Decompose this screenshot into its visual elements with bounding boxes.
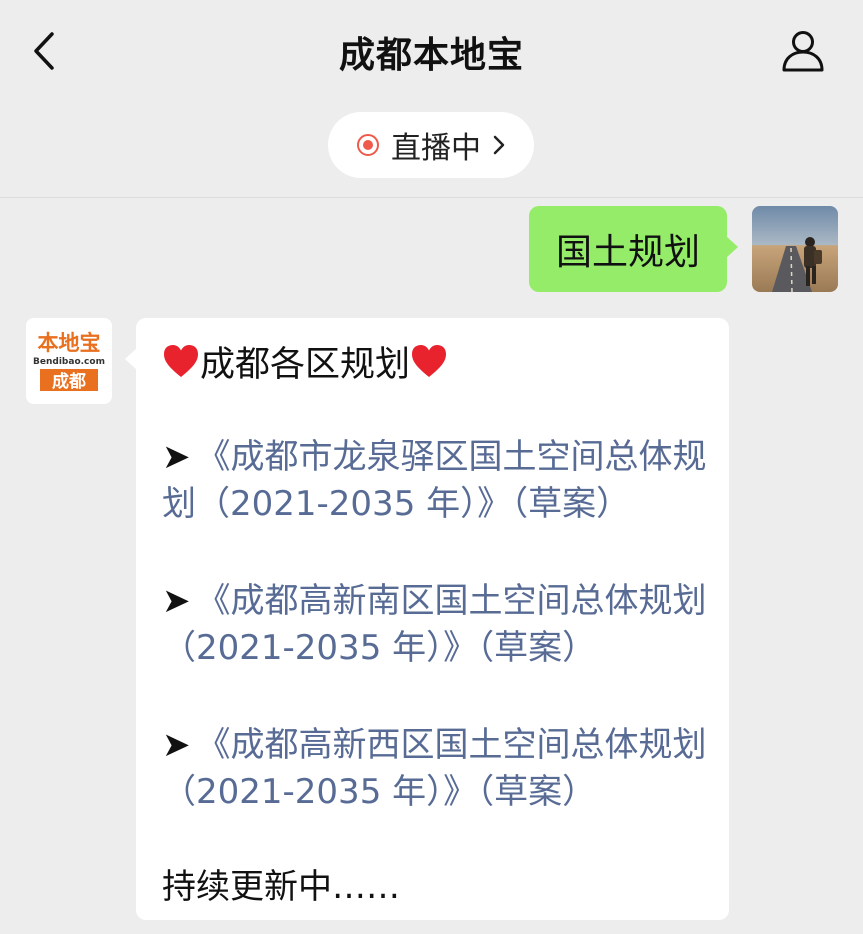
incoming-message: 成都各区规划 ➤ 《成都市龙泉驿区国土空间总体规划（2021-2035 年）》（草… bbox=[125, 318, 729, 920]
profile-button[interactable] bbox=[779, 28, 827, 74]
live-record-icon bbox=[357, 134, 379, 156]
heart-icon bbox=[164, 345, 198, 377]
plan-link-longquanyi[interactable]: ➤ 《成都市龙泉驿区国土空间总体规划（2021-2035 年）》（草案） bbox=[162, 434, 707, 528]
chat-header: 成都本地宝 直播中 bbox=[0, 0, 863, 198]
live-status-button[interactable]: 直播中 bbox=[328, 112, 534, 178]
brand-top-text: 本地宝 bbox=[38, 331, 101, 355]
brand-url-text: Bendibao.com bbox=[33, 357, 105, 367]
link-text: 《成都高新西区国土空间总体规划（2021-2035 年）》（草案） bbox=[162, 725, 707, 812]
link-text: 《成都市龙泉驿区国土空间总体规划（2021-2035 年）》（草案） bbox=[162, 437, 707, 524]
link-text: 《成都高新南区国土空间总体规划（2021-2035 年）》（草案） bbox=[162, 581, 707, 668]
official-account-avatar[interactable]: 本地宝 Bendibao.com 成都 bbox=[26, 318, 112, 404]
chat-screen: 成都本地宝 直播中 国土规划 本地宝 Bendibao.com 成都 成都各区规… bbox=[0, 0, 863, 934]
plan-link-gaoxin-west[interactable]: ➤ 《成都高新西区国土空间总体规划（2021-2035 年）》（草案） bbox=[162, 722, 707, 816]
heading-text: 成都各区规划 bbox=[200, 344, 411, 385]
update-note: 持续更新中…… bbox=[162, 867, 400, 907]
plan-link-gaoxin-south[interactable]: ➤ 《成都高新南区国土空间总体规划（2021-2035 年）》（草案） bbox=[162, 578, 707, 672]
user-avatar[interactable] bbox=[752, 206, 838, 292]
outgoing-message[interactable]: 国土规划 bbox=[529, 206, 738, 292]
live-label: 直播中 bbox=[391, 131, 481, 166]
brand-city-text: 成都 bbox=[52, 371, 86, 392]
page-title: 成都本地宝 bbox=[338, 35, 524, 76]
message-heading: 成都各区规划 bbox=[162, 338, 705, 385]
arrow-bullet: ➤ bbox=[162, 581, 191, 621]
arrow-bullet: ➤ bbox=[162, 725, 191, 765]
arrow-bullet: ➤ bbox=[162, 437, 191, 477]
chevron-right-icon bbox=[493, 135, 505, 155]
user-icon bbox=[782, 31, 824, 72]
heart-icon bbox=[412, 345, 447, 377]
